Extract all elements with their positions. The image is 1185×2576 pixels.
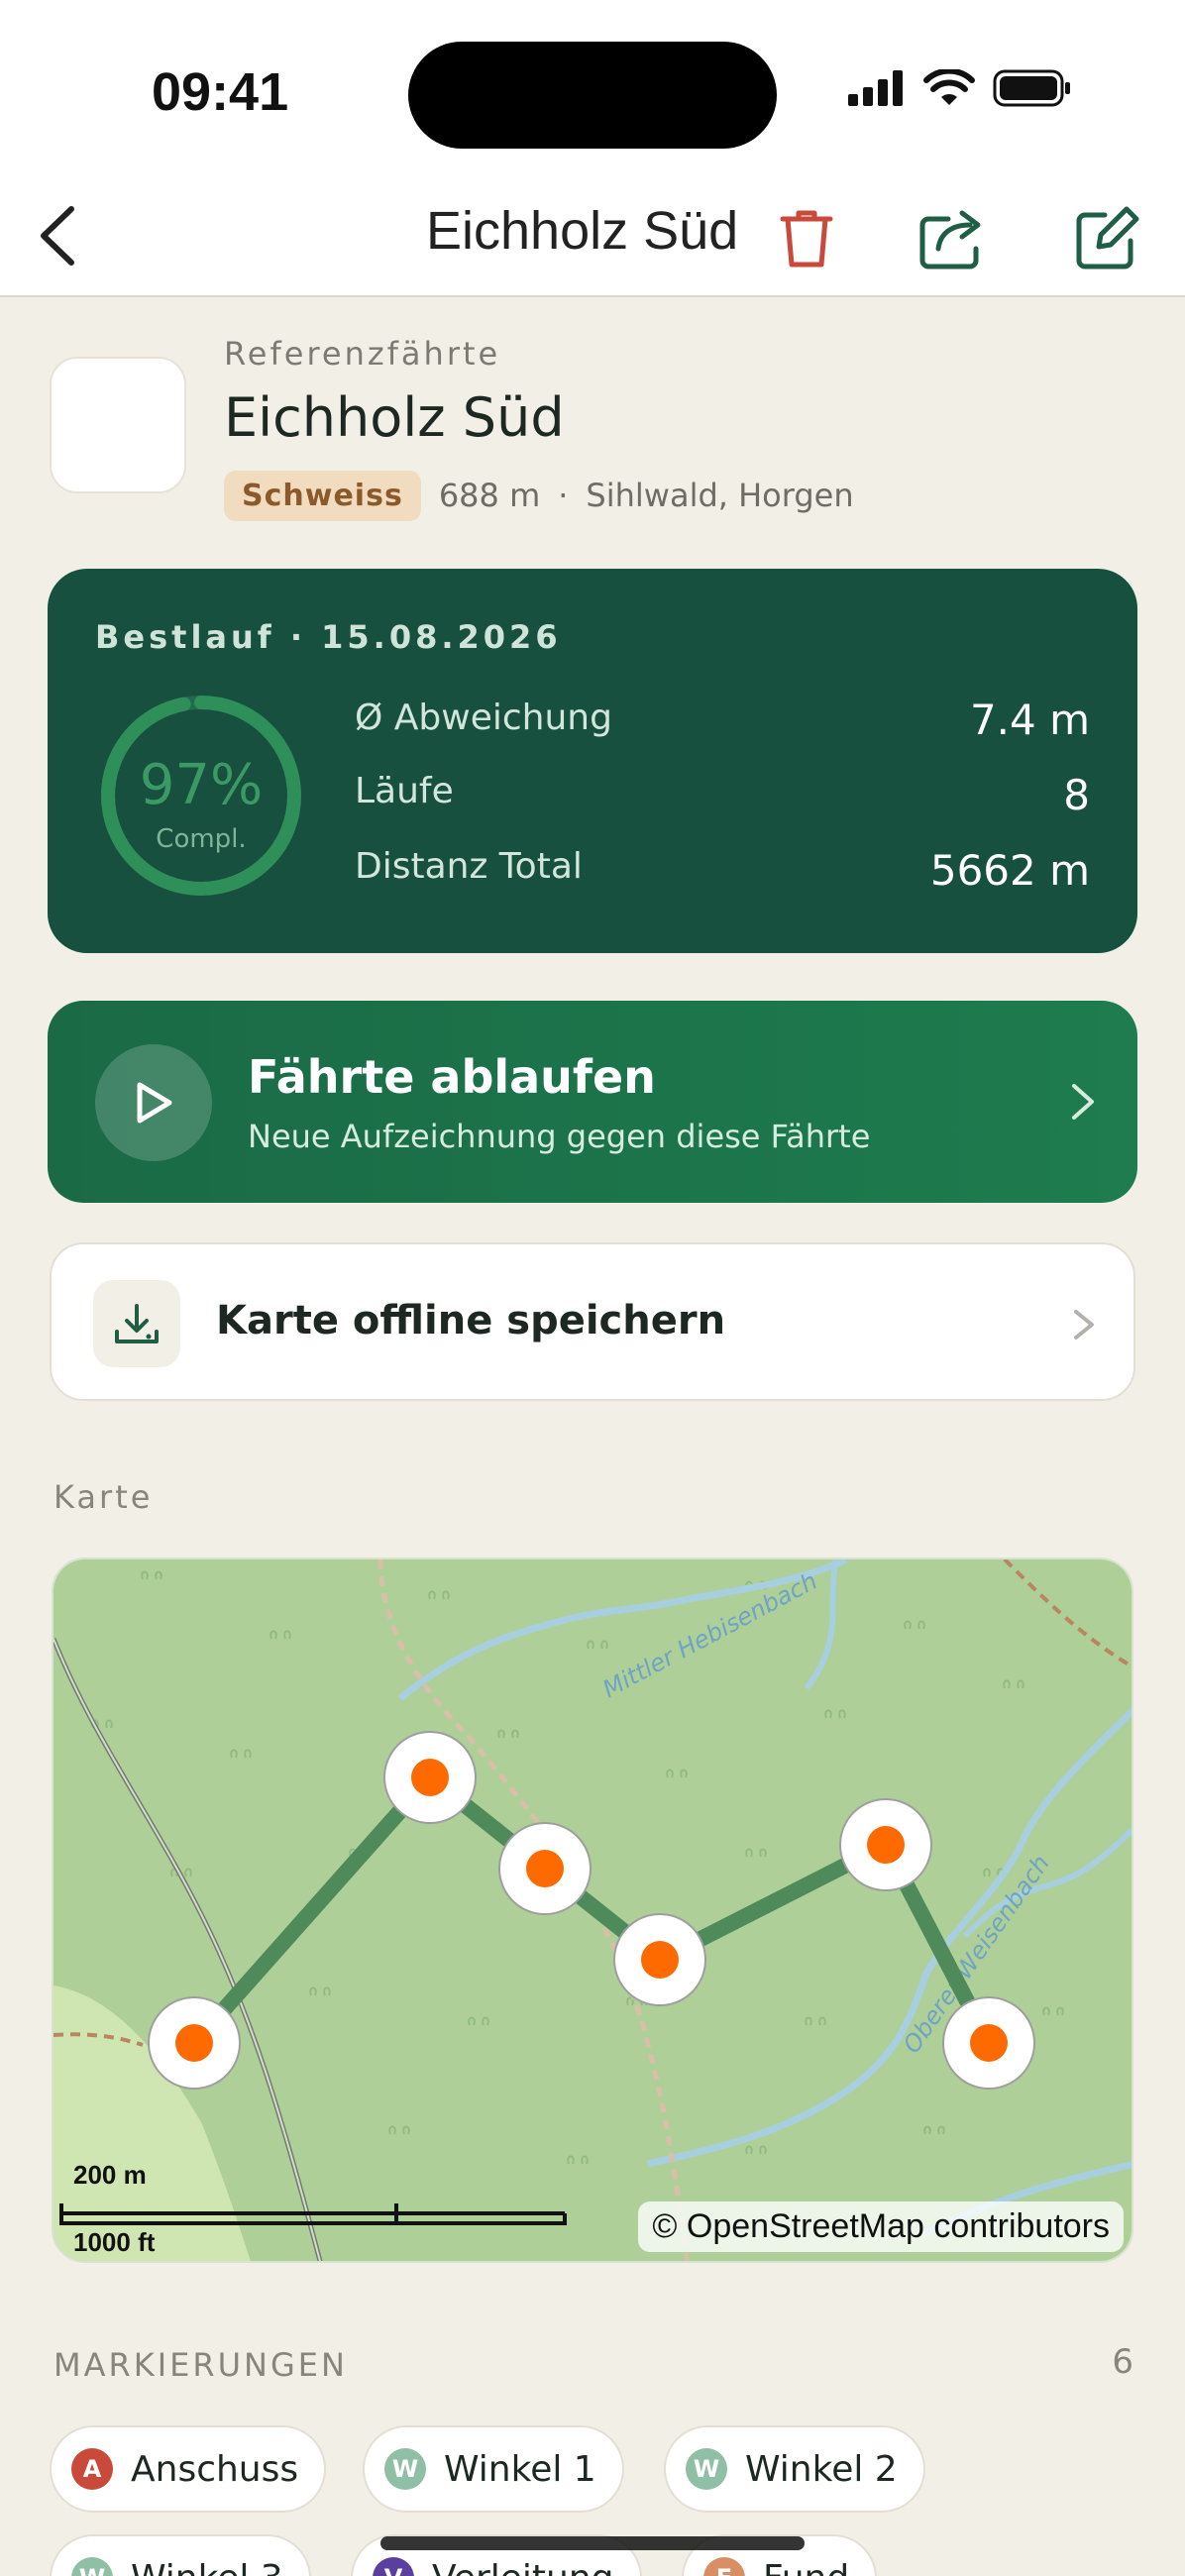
track-type-tag: Schweiss — [224, 470, 421, 521]
battery-icon — [993, 69, 1070, 107]
track-name: Eichholz Süd — [224, 386, 565, 449]
stat-label-deviation: Ø Abweichung — [355, 698, 612, 738]
map-pin-winkel-3[interactable] — [613, 1913, 706, 2006]
marking-label: Winkel 1 — [444, 2448, 596, 2490]
page-title: Eichholz Süd — [426, 201, 739, 261]
play-icon — [137, 1082, 172, 1124]
stat-value-deviation: 7.4 m — [969, 696, 1090, 744]
status-icons — [848, 69, 1072, 107]
best-run-card: Bestlauf · 15.08.2026 97% Compl. Ø Abwei… — [48, 569, 1137, 953]
completion-label: Compl. — [156, 824, 247, 854]
track-meta: Schweiss 688 m · Sihlwald, Horgen — [224, 468, 854, 523]
map-attribution[interactable]: © OpenStreetMap contributors — [638, 2201, 1124, 2252]
map-pin-winkel-2[interactable] — [498, 1822, 592, 1915]
scale-metric-label: 200 m — [73, 2160, 147, 2190]
map-canvas: Mittler Hebisenbach Oberer Weisenbach — [54, 1559, 1131, 2261]
back-button[interactable] — [18, 196, 97, 275]
marking-letter-badge: W — [384, 2448, 426, 2490]
marking-chip[interactable]: A Anschuss — [50, 2425, 327, 2513]
marking-letter-badge: W — [686, 2448, 727, 2490]
scale-imperial-label: 1000 ft — [73, 2227, 156, 2257]
stat-value-distance: 5662 m — [929, 846, 1090, 895]
signal-icon — [848, 70, 903, 106]
trash-icon — [780, 210, 833, 268]
delete-button[interactable] — [765, 196, 848, 279]
edit-icon — [1076, 206, 1139, 269]
status-time: 09:41 — [152, 62, 289, 122]
marking-label: Fund — [763, 2558, 849, 2576]
map-pin-winkel-1[interactable] — [383, 1731, 477, 1824]
edit-button[interactable] — [1066, 196, 1149, 279]
marking-label: Anschuss — [131, 2448, 299, 2490]
map-pin-fund[interactable] — [942, 1996, 1035, 2090]
markings-header: MARKIERUNGEN — [54, 2346, 348, 2384]
map-pin-anschuss[interactable] — [148, 1996, 241, 2090]
stat-label-runs: Läufe — [355, 771, 454, 811]
chevron-left-icon — [41, 206, 74, 266]
run-track-subtitle: Neue Aufzeichnung gegen diese Fährte — [248, 1118, 871, 1155]
marking-letter-badge: F — [703, 2557, 745, 2576]
marking-letter-badge: W — [71, 2557, 113, 2576]
marking-letter-badge: A — [71, 2448, 113, 2490]
track-location: Sihlwald, Horgen — [586, 477, 854, 514]
best-run-heading: Bestlauf · 15.08.2026 — [95, 618, 562, 656]
run-track-title: Fährte ablaufen — [248, 1050, 656, 1104]
marking-chip[interactable]: W Winkel 1 — [363, 2425, 624, 2513]
status-bar: 09:41 — [0, 0, 1185, 178]
meta-separator: · — [558, 477, 569, 514]
map-pin-verleitung[interactable] — [839, 1798, 932, 1891]
marking-chip[interactable]: W Winkel 2 — [664, 2425, 925, 2513]
play-button-circle — [95, 1044, 212, 1161]
chevron-right-icon — [1072, 1084, 1094, 1120]
download-icon — [115, 1304, 159, 1343]
marking-label: Winkel 3 — [131, 2558, 283, 2576]
offline-map-label: Karte offline speichern — [216, 1298, 726, 1343]
offline-map-button[interactable]: Karte offline speichern — [50, 1242, 1135, 1401]
home-indicator[interactable] — [380, 2536, 805, 2550]
track-thumbnail — [50, 357, 186, 493]
track-length: 688 m — [438, 477, 541, 514]
nav-header: Eichholz Süd — [0, 178, 1185, 297]
marking-letter-badge: V — [373, 2557, 414, 2576]
share-icon — [919, 210, 981, 269]
dynamic-island — [408, 42, 777, 149]
wifi-icon — [923, 69, 975, 105]
track-map[interactable]: Mittler Hebisenbach Oberer Weisenbach 20… — [52, 1557, 1133, 2263]
stat-value-runs: 8 — [1063, 771, 1090, 819]
stat-label-distance: Distanz Total — [355, 846, 583, 887]
chevron-right-icon — [1074, 1310, 1094, 1340]
map-section-label: Karte — [54, 1478, 154, 1516]
completion-percent: 97% — [139, 753, 264, 817]
share-button[interactable] — [912, 196, 995, 279]
markings-count: 6 — [1112, 2342, 1133, 2382]
marking-label: Winkel 2 — [745, 2448, 898, 2490]
marking-chip[interactable]: W Winkel 3 — [50, 2534, 311, 2576]
marking-label: Verleitung — [432, 2558, 614, 2576]
run-track-button[interactable]: Fährte ablaufen Neue Aufzeichnung gegen … — [48, 1001, 1137, 1203]
download-icon-box — [93, 1280, 180, 1367]
track-subtitle: Referenzfährte — [224, 335, 501, 373]
